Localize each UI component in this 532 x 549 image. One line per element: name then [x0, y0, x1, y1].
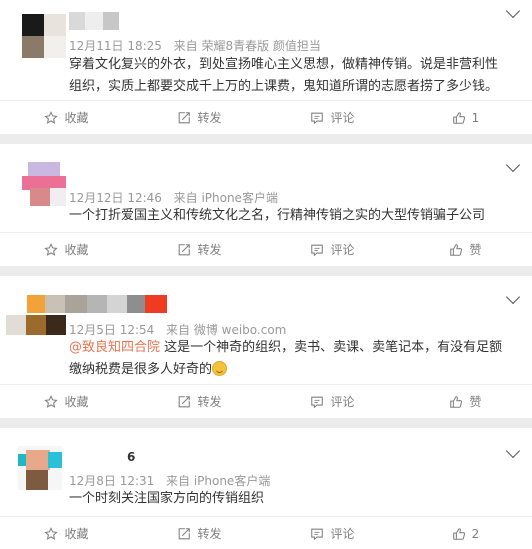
thumb-up-icon	[450, 243, 463, 256]
like-button[interactable]: 赞	[399, 233, 532, 266]
post-text: 一个打折爱国主义和传统文化之名，行精神传销之实的大型传销骗子公司	[69, 208, 486, 223]
favorite-label: 收藏	[64, 111, 89, 125]
like-button[interactable]: 赞	[399, 385, 532, 418]
favorite-button[interactable]: 收藏	[0, 101, 133, 134]
repost-label: 转发	[197, 111, 222, 125]
like-button[interactable]: 1	[399, 101, 532, 134]
post-time[interactable]: 12月11日 18:25	[69, 39, 162, 53]
like-label: 赞	[469, 243, 482, 257]
comment-label: 评论	[330, 527, 355, 541]
star-outline-icon	[44, 110, 59, 124]
post-source: 荣耀8青春版 颜值担当	[201, 39, 321, 53]
post-source: iPhone客户端	[193, 474, 271, 488]
repost-button[interactable]: 转发	[133, 517, 266, 549]
action-bar: 收藏 转发 评论 2	[0, 516, 532, 549]
comment-button[interactable]: 评论	[266, 101, 399, 134]
star-outline-icon	[44, 394, 59, 408]
post-meta: 12月5日 12:54 来自 微博 weibo.com	[69, 321, 286, 338]
post-card: 12月5日 12:54 来自 微博 weibo.com @致良知四合院 这是一个…	[0, 276, 532, 418]
thumb-up-icon	[452, 111, 465, 124]
favorite-button[interactable]: 收藏	[0, 233, 133, 266]
username-blurred[interactable]	[27, 295, 167, 313]
thumb-up-icon	[450, 395, 463, 408]
post-card: 12月12日 12:46 来自 iPhone客户端 一个打折爱国主义和传统文化之…	[0, 144, 532, 266]
favorite-button[interactable]: 收藏	[0, 517, 133, 549]
comment-bubble-icon	[311, 244, 324, 256]
chevron-down-icon[interactable]	[505, 157, 521, 173]
avatar[interactable]	[18, 446, 62, 490]
action-bar: 收藏 转发 评论 1	[0, 100, 532, 134]
favorite-label: 收藏	[64, 527, 89, 541]
post-time[interactable]: 12月5日 12:54	[69, 323, 154, 337]
repost-button[interactable]: 转发	[133, 233, 266, 266]
post-source: 微博 weibo.com	[193, 323, 287, 337]
comment-bubble-icon	[311, 528, 324, 540]
post-card: 12月11日 18:25 来自 荣耀8青春版 颜值担当 穿着文化复兴的外衣，到处…	[0, 0, 532, 134]
post-text-block: @致良知四合院 这是一个神奇的组织，卖书、卖课、卖笔记本，有没有足额缴纳税费是很…	[69, 337, 509, 381]
post-time[interactable]: 12月12日 12:46	[69, 191, 162, 205]
curious-face-emoji-icon	[212, 361, 228, 376]
thumb-up-icon	[452, 527, 465, 540]
like-label: 赞	[469, 395, 482, 409]
source-prefix: 来自	[173, 39, 198, 53]
favorite-button[interactable]: 收藏	[0, 385, 133, 418]
repost-button[interactable]: 转发	[133, 101, 266, 134]
like-count: 1	[471, 110, 480, 125]
repost-label: 转发	[197, 243, 222, 257]
comment-bubble-icon	[311, 112, 324, 124]
share-arrow-icon	[179, 111, 191, 123]
post-meta: 12月11日 18:25 来自 荣耀8青春版 颜值担当	[69, 37, 321, 54]
post-text: 一个时刻关注国家方向的传销组织	[69, 491, 265, 506]
like-count: 2	[471, 526, 480, 541]
avatar[interactable]	[22, 162, 66, 206]
post-source: iPhone客户端	[201, 191, 278, 205]
share-arrow-icon	[179, 395, 191, 407]
username-fragment[interactable]: 6	[127, 450, 135, 464]
source-prefix: 来自	[173, 191, 198, 205]
chevron-down-icon[interactable]	[505, 289, 521, 305]
post-text: 穿着文化复兴的外衣，到处宣扬唯心主义思想，做精神传销。说是非营利性组织，实质上都…	[69, 57, 499, 94]
favorite-label: 收藏	[64, 243, 89, 257]
share-arrow-icon	[179, 527, 191, 539]
avatar[interactable]	[22, 14, 66, 58]
comment-button[interactable]: 评论	[266, 517, 399, 549]
repost-label: 转发	[197, 395, 222, 409]
chevron-down-icon[interactable]	[505, 3, 521, 19]
share-arrow-icon	[179, 243, 191, 255]
mention-link[interactable]: @致良知四合院	[69, 340, 160, 355]
chevron-down-icon[interactable]	[505, 443, 521, 459]
avatar[interactable]	[6, 315, 66, 335]
like-button[interactable]: 2	[399, 517, 532, 549]
post-time[interactable]: 12月8日 12:31	[69, 474, 154, 488]
comment-button[interactable]: 评论	[266, 385, 399, 418]
action-bar: 收藏 转发 评论 赞	[0, 384, 532, 418]
repost-button[interactable]: 转发	[133, 385, 266, 418]
comment-label: 评论	[330, 395, 355, 409]
source-prefix: 来自	[165, 474, 190, 488]
comment-bubble-icon	[311, 396, 324, 408]
repost-label: 转发	[197, 527, 222, 541]
star-outline-icon	[44, 526, 59, 540]
comment-button[interactable]: 评论	[266, 233, 399, 266]
comment-label: 评论	[330, 243, 355, 257]
star-outline-icon	[44, 242, 59, 256]
post-meta: 12月12日 12:46 来自 iPhone客户端	[69, 189, 278, 206]
comment-label: 评论	[330, 111, 355, 125]
favorite-label: 收藏	[64, 395, 89, 409]
action-bar: 收藏 转发 评论 赞	[0, 232, 532, 266]
username-blurred[interactable]	[69, 12, 119, 30]
source-prefix: 来自	[165, 323, 190, 337]
post-meta: 12月8日 12:31 来自 iPhone客户端	[69, 472, 270, 489]
post-card: 6 12月8日 12:31 来自 iPhone客户端 一个时刻关注国家方向的传销…	[0, 428, 532, 549]
